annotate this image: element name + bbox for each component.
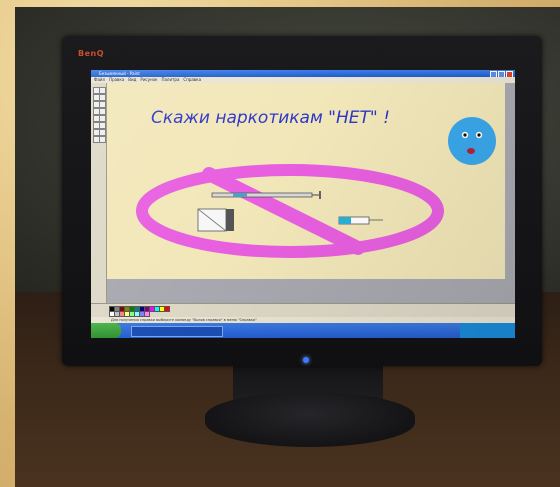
- monitor-stand-base: [205, 392, 415, 447]
- taskbar-item-paint[interactable]: [131, 326, 223, 337]
- paint-toolbox: [91, 83, 107, 303]
- monitor-screen: Безымянный - Paint Файл Правка Вид Рисун…: [91, 70, 515, 338]
- drawing-svg: [136, 117, 496, 258]
- photo: BenQ Безымянный - Paint Файл Правка Вид …: [15, 7, 560, 487]
- swatch-red[interactable]: [164, 306, 170, 312]
- text-icon[interactable]: [99, 115, 106, 122]
- rect-select-icon[interactable]: [99, 87, 106, 94]
- start-button[interactable]: [91, 323, 121, 338]
- pill-package-icon: [197, 208, 234, 232]
- monitor-brand-logo: BenQ: [78, 49, 105, 58]
- color-palette: [91, 303, 515, 318]
- prohibition-sign: [136, 164, 444, 258]
- window-title: Безымянный - Paint: [99, 71, 140, 76]
- monitor: BenQ Безымянный - Paint Файл Правка Вид …: [62, 36, 542, 366]
- curve-icon[interactable]: [99, 122, 106, 129]
- taskbar: [91, 323, 515, 338]
- zoom-icon[interactable]: [99, 101, 106, 108]
- fill-icon[interactable]: [99, 94, 106, 101]
- canvas-area: Скажи наркотикам "НЕТ" !: [107, 83, 515, 303]
- window-titlebar: Безымянный - Paint: [91, 70, 515, 78]
- drawing-canvas[interactable]: Скажи наркотикам "НЕТ" !: [107, 83, 505, 279]
- polygon-icon[interactable]: [99, 129, 106, 136]
- sad-face-icon: [448, 117, 496, 165]
- needle-cap-icon: [338, 216, 383, 225]
- power-led-icon: [303, 357, 309, 363]
- brush-icon[interactable]: [99, 108, 106, 115]
- system-tray: [460, 323, 515, 338]
- rounded-rect-icon[interactable]: [99, 136, 106, 143]
